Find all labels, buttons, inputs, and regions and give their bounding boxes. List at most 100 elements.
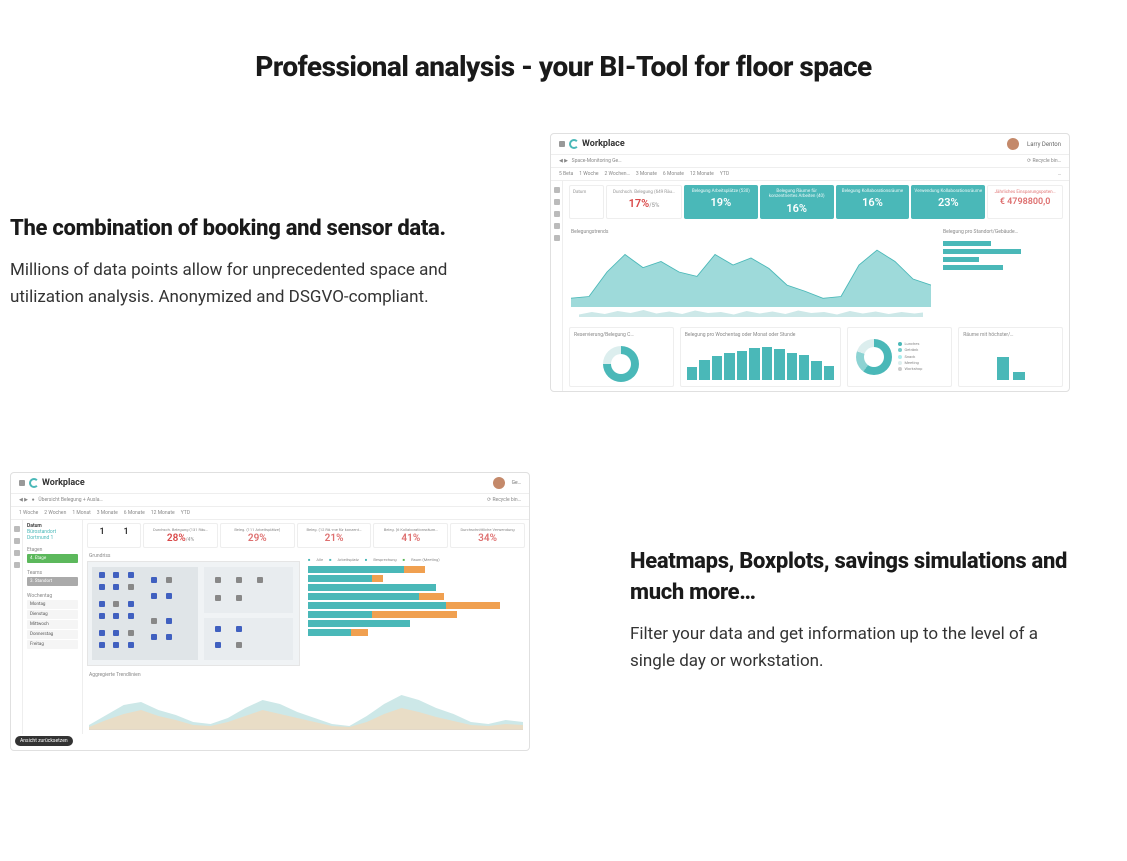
- d2-logo: Workplace: [29, 478, 85, 488]
- kpi-label: Durchschnittliche Verwendung: [453, 527, 522, 532]
- user-name: Larry Denton: [1027, 141, 1061, 148]
- section-row-2: Workplace Ge… ◀ ▶ ● Übersicht Belegung +…: [0, 472, 1127, 751]
- d1-toolbar-2: 5 Beta1 Woche2 Wochen…3 Monate6 Monate12…: [551, 168, 1069, 181]
- filter-group-label: Teams: [27, 570, 78, 576]
- hbar-tabs: ■Alle ■Arbeitsplatz ■Besprechung ■Raum (…: [308, 557, 521, 562]
- donut-chart-2: [856, 339, 892, 375]
- d1-kpi-row: Datum Durchsch. Belegung (649 Räu… 17%/5…: [563, 181, 1069, 223]
- nav-icon: [14, 538, 20, 544]
- kpi-value: 19%: [687, 196, 755, 209]
- kpi-value: 16%: [839, 196, 907, 209]
- dashboard-2: Workplace Ge… ◀ ▶ ● Übersicht Belegung +…: [10, 472, 530, 751]
- d2-trend: Aggregierte Trendlinien: [83, 668, 529, 734]
- kpi-value: 23%: [914, 196, 982, 209]
- donut-chart: [603, 346, 639, 382]
- donut-card-2: Lunches Getränk Snack Meeting Workshop: [847, 327, 952, 387]
- kpi-value: € 4798800,0: [991, 197, 1059, 207]
- card-title: Reservierung/Belegung C…: [574, 332, 669, 338]
- kpi-card: Belegung Räume für konzentriertes Arbeit…: [760, 185, 834, 219]
- kpi-card: Belegung Kollaborationsräume 16%: [836, 185, 910, 219]
- nav-icon: [14, 526, 20, 532]
- menu-icon: [19, 480, 25, 486]
- d2-toolbar-2: 1 Woche2 Wochen1 Monat3 Monate6 Monate12…: [11, 507, 529, 520]
- avatar: [493, 477, 505, 489]
- filter-group-label: Wochentag: [27, 593, 78, 599]
- filter-item: Donnerstag: [27, 630, 78, 639]
- filter-item: 3. Standort: [27, 577, 78, 586]
- section-1-image: Workplace Larry Denton ◀ ▶ Space-Monitor…: [550, 133, 1070, 392]
- kpi-value: 1: [124, 527, 129, 537]
- bar-card: Belegung pro Wochentag oder Monat oder S…: [680, 327, 842, 387]
- kpi-label: Beleg. (6 Kollaborationsräum…: [376, 527, 445, 532]
- kpi-value: 1: [99, 527, 104, 537]
- sidebar-sub: Bürostandort Dortmund 1: [27, 529, 78, 541]
- d2-toolbar: ◀ ▶ ● Übersicht Belegung + Ausla…⟳ Recyc…: [11, 494, 529, 507]
- kpi-card: Beleg. (12 Rä.-me für konzent… 21%: [297, 523, 372, 548]
- kpi-value: 29%: [223, 533, 292, 544]
- nav-icon: [554, 211, 560, 217]
- card-title: Räume mit höchster/…: [963, 332, 1058, 338]
- kpi-label: Belegung Räume für konzentriertes Arbeit…: [763, 189, 831, 200]
- section-1-body: Millions of data points allow for unprec…: [10, 257, 490, 311]
- sparkline: [571, 307, 931, 321]
- hbar-chart: ■Alle ■Arbeitsplatz ■Besprechung ■Raum (…: [304, 553, 525, 658]
- d2-header: Workplace Ge…: [11, 473, 529, 494]
- kpi-label: Verwendung Kollaborationsräume: [914, 189, 982, 194]
- nav-icon: [14, 550, 20, 556]
- section-2-text: Heatmaps, Boxplots, savings simulations …: [590, 547, 1070, 675]
- section-1-heading: The combination of booking and sensor da…: [10, 214, 490, 245]
- kpi-label: Durchsch. Belegung (649 Räu…: [610, 190, 678, 195]
- kpi-label: Belegung Arbeitsplätze (530): [687, 189, 755, 194]
- kpi-value: 34%: [453, 533, 522, 544]
- kpi-card: Belegung Arbeitsplätze (530) 19%: [684, 185, 758, 219]
- section-2-image: Workplace Ge… ◀ ▶ ● Übersicht Belegung +…: [10, 472, 530, 751]
- kpi-label: Beleg. (12 Rä.-me für konzent…: [300, 527, 369, 532]
- kpi-label: Datum: [573, 190, 600, 195]
- d1-sidebar: [551, 181, 563, 391]
- reset-view-tag: Ansicht zurücksetzen: [15, 736, 73, 746]
- kpi-value: 17%/5%: [610, 197, 678, 210]
- logo-icon: [29, 478, 39, 488]
- menu-icon: [559, 141, 565, 147]
- section-row-1: The combination of booking and sensor da…: [0, 133, 1127, 392]
- filter-item: 4. Etage: [27, 554, 78, 563]
- small-bar-card: Räume mit höchster/…: [958, 327, 1063, 387]
- nav-icon: [14, 562, 20, 568]
- kpi-value: 41%: [376, 533, 445, 544]
- d1-header: Workplace Larry Denton: [551, 134, 1069, 155]
- section-1-text: The combination of booking and sensor da…: [10, 214, 490, 311]
- section-2-heading: Heatmaps, Boxplots, savings simulations …: [630, 547, 1070, 609]
- logo-icon: [569, 139, 579, 149]
- donut-card-1: Reservierung/Belegung C…: [569, 327, 674, 387]
- kpi-card: 1 1: [87, 523, 141, 548]
- kpi-label: Durchsch. Belegung (131 Räu…: [146, 527, 215, 532]
- avatar: [1007, 138, 1019, 150]
- legend: Lunches Getränk Snack Meeting Workshop: [896, 335, 924, 379]
- kpi-value: 28%/4%: [146, 533, 215, 544]
- d2-kpi-row: 1 1 Durchsch. Belegung (131 Räu… 28%/4% …: [83, 520, 529, 551]
- d1-bottom-row: Reservierung/Belegung C… Belegung pro Wo…: [563, 323, 1069, 391]
- dashboard-1: Workplace Larry Denton ◀ ▶ Space-Monitor…: [550, 133, 1070, 392]
- filter-item: Dienstag: [27, 610, 78, 619]
- filter-group-label: Etagen: [27, 547, 78, 553]
- brand-label: Workplace: [42, 478, 85, 488]
- d1-logo: Workplace: [569, 139, 625, 149]
- area-chart-title: Belegungstrends: [571, 229, 931, 235]
- d1-toolbar: ◀ ▶ Space-Monitoring Ge…⟳ Recycle bin…: [551, 155, 1069, 168]
- kpi-card: Datum: [569, 185, 604, 219]
- small-bar-chart: [963, 340, 1058, 380]
- filter-item: Freitag: [27, 640, 78, 649]
- nav-icon: [554, 235, 560, 241]
- d2-nav-icons: [11, 520, 23, 734]
- nav-icon: [554, 223, 560, 229]
- kpi-label: Belegung Kollaborationsräume: [839, 189, 907, 194]
- page-title: Professional analysis - your BI-Tool for…: [0, 50, 1127, 83]
- kpi-card: Durchsch. Belegung (649 Räu… 17%/5%: [606, 185, 682, 219]
- kpi-card: Durchsch. Belegung (131 Räu… 28%/4%: [143, 523, 218, 548]
- kpi-label: Jährliches Einsparungspoten…: [991, 190, 1059, 195]
- floorplan: [87, 561, 300, 666]
- card-title: Belegung pro Wochentag oder Monat oder S…: [685, 332, 837, 338]
- kpi-card: Jährliches Einsparungspoten… € 4798800,0: [987, 185, 1063, 219]
- mini-bar-chart: [685, 340, 837, 380]
- filter-item: Montag: [27, 600, 78, 609]
